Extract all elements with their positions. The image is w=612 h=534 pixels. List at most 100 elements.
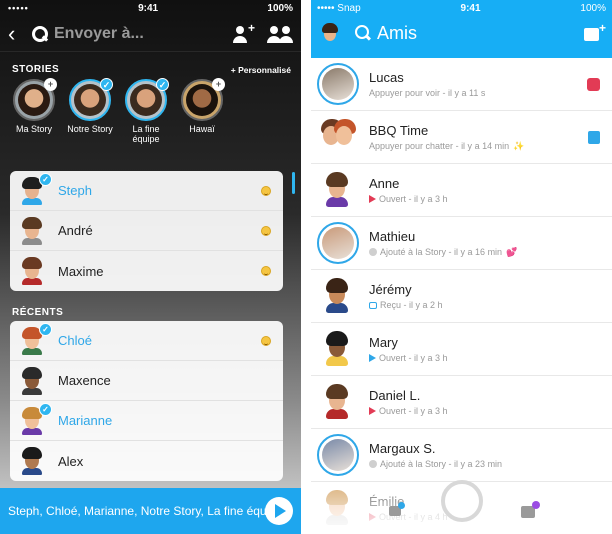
friend-emoji-icon — [261, 225, 271, 236]
battery-level: 100% — [267, 2, 293, 14]
selected-check-icon: ✓ — [39, 402, 52, 416]
recipient-name: Marianne — [58, 413, 113, 428]
new-group-icon[interactable] — [267, 24, 293, 44]
story-label: Hawaï — [189, 124, 215, 134]
carrier: ••••• Snap — [317, 2, 361, 14]
story-destination[interactable]: ✓ La fine équipe — [118, 78, 174, 144]
recipient-row[interactable]: André — [10, 211, 283, 251]
story-avatar: ✓ — [69, 78, 113, 121]
story-destination[interactable]: + Ma Story — [6, 78, 62, 144]
recents-title: RÉCENTS — [12, 307, 64, 318]
bitmoji-avatar: ✓ — [18, 322, 52, 355]
new-chat-icon — [588, 130, 600, 144]
friend-name: Lucas — [369, 70, 404, 85]
send-button[interactable] — [265, 497, 293, 525]
recipient-name: Maxence — [58, 373, 111, 388]
custom-story-button[interactable]: + Personnalisé — [231, 65, 291, 75]
friend-row[interactable]: Anne Ouvert - il y a 3 h — [311, 164, 612, 217]
add-icon: + — [212, 78, 225, 91]
new-chat-icon[interactable]: + — [584, 21, 606, 42]
friend-avatar[interactable] — [317, 63, 359, 105]
story-avatar: + — [13, 78, 57, 121]
friend-status: Ajouté à la Story — [380, 459, 447, 469]
stories-title: STORIES — [12, 64, 60, 75]
bitmoji-avatar — [18, 447, 46, 475]
friend-name: Mathieu — [369, 228, 416, 244]
story-avatar: + — [181, 78, 225, 121]
friend-time: il y a 2 h — [409, 300, 443, 310]
friend-time: il y a 16 min — [454, 247, 503, 257]
friend-avatar[interactable] — [317, 116, 359, 158]
profile-bitmoji-icon[interactable] — [319, 22, 341, 44]
friend-row[interactable]: Mathieu Ajouté à la Story - il y a 16 min… — [311, 217, 612, 270]
scrollbar[interactable] — [292, 172, 295, 194]
recipient-row[interactable]: ✓ Steph — [10, 171, 283, 211]
selected-recipients-text: Steph, Chloé, Marianne, Notre Story, La … — [8, 504, 276, 518]
story-destination[interactable]: ✓ Notre Story — [62, 78, 118, 144]
send-to-search-input[interactable]: Envoyer à... — [54, 25, 221, 43]
friend-status: Reçu — [380, 300, 402, 310]
recipient-name: Maxime — [58, 263, 104, 279]
received-chat-icon — [369, 301, 377, 309]
recipient-name: André — [58, 223, 93, 238]
best-friends-list: ✓ Steph André Maxime — [10, 171, 283, 291]
friend-avatar[interactable] — [317, 169, 359, 211]
story-destinations: + Ma Story ✓ Notre Story ✓ La fine équipe + Haw… — [0, 78, 301, 144]
page-title: Amis — [377, 22, 417, 43]
friend-time: il y a 11 s — [448, 88, 486, 98]
selected-check-icon: ✓ — [100, 78, 113, 91]
friends-list: Lucas Appuyer pour voir - il y a 11 s BBQ … — [311, 58, 612, 534]
friend-name: Daniel L. — [369, 388, 421, 403]
selected-recipients-bar[interactable]: Steph, Chloé, Marianne, Notre Story, La … — [0, 488, 301, 534]
bitmoji-avatar — [18, 257, 46, 285]
friends-header: ••••• Snap 9:41 100% Amis + — [311, 0, 612, 58]
friend-avatar[interactable] — [317, 434, 359, 476]
friend-row[interactable]: Mary Ouvert - il y a 3 h — [311, 323, 612, 376]
friend-time: il y a 14 min — [461, 141, 510, 151]
opened-chat-icon — [369, 354, 376, 362]
send-to-screen: ••••• 9:41 100% ‹ Envoyer à... + STORIES… — [0, 0, 301, 534]
selected-check-icon: ✓ — [39, 172, 52, 186]
bitmoji-avatar — [18, 216, 46, 245]
friend-time: il y a 3 h — [414, 194, 448, 204]
recipient-row[interactable]: ✓ Marianne — [10, 401, 283, 441]
friend-status: Appuyer pour voir — [369, 88, 441, 98]
friend-avatar[interactable] — [317, 381, 359, 423]
recipient-name: Chloé — [58, 333, 92, 348]
friend-row[interactable]: Daniel L. Ouvert - il y a 3 h — [311, 376, 612, 429]
friends-screen: ••••• Snap 9:41 100% Amis + Lucas Appuyer… — [311, 0, 612, 534]
friend-status: Ouvert — [379, 353, 407, 363]
friend-avatar[interactable] — [317, 275, 359, 317]
recipient-row[interactable]: Maxence — [10, 361, 283, 401]
recipient-row[interactable]: ✓ Chloé — [10, 321, 283, 361]
friend-row[interactable]: Margaux S. Ajouté à la Story - il y a 23 … — [311, 429, 612, 482]
recents-list: ✓ Chloé Maxence ✓ Marianne Alex — [10, 321, 283, 481]
story-added-icon — [369, 248, 377, 256]
search-icon[interactable] — [355, 25, 371, 41]
friend-row[interactable]: BBQ Time Appuyer pour chatter - il y a 14… — [311, 111, 612, 164]
friend-avatar[interactable] — [317, 328, 359, 370]
friend-emoji-icon — [261, 185, 271, 196]
friend-time: il y a 3 h — [414, 406, 448, 416]
friend-name: Jérémy — [369, 282, 412, 297]
stories-nav-icon[interactable] — [521, 501, 540, 518]
friend-status: Appuyer pour chatter — [369, 141, 454, 151]
recipient-row[interactable]: Alex — [10, 441, 283, 481]
recipient-name: Alex — [58, 453, 84, 469]
back-icon[interactable]: ‹ — [8, 22, 26, 45]
story-avatar: ✓ — [125, 78, 169, 121]
opened-snap-icon — [369, 195, 376, 203]
story-destination[interactable]: + Hawaï — [174, 78, 230, 144]
add-friend-icon[interactable]: + — [231, 21, 257, 44]
friend-avatar[interactable] — [317, 222, 359, 264]
friend-row[interactable]: Jérémy Reçu - il y a 2 h — [311, 270, 612, 323]
friend-emoji: 💕 — [506, 246, 518, 257]
status-bar: ••••• Snap 9:41 100% — [311, 0, 612, 16]
friend-row[interactable]: Lucas Appuyer pour voir - il y a 11 s — [311, 58, 612, 111]
capture-button[interactable] — [441, 480, 483, 522]
selected-check-icon: ✓ — [156, 78, 169, 91]
friend-time: il y a 23 min — [454, 459, 503, 469]
chat-nav-icon[interactable] — [389, 502, 405, 516]
status-time: 9:41 — [138, 2, 159, 14]
recipient-row[interactable]: Maxime — [10, 251, 283, 291]
